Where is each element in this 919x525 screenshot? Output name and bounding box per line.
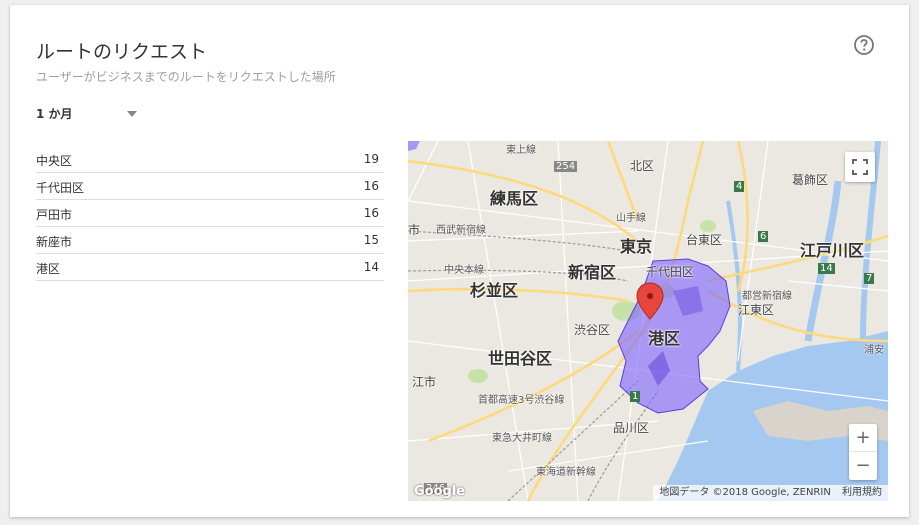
fullscreen-button[interactable]	[845, 152, 875, 182]
route-requests-card: ルートのリクエスト ユーザーがビジネスまでのルートをリクエストした場所 1 か月…	[10, 5, 909, 517]
map-label-koto: 江東区	[738, 303, 775, 317]
help-circle-icon[interactable]	[853, 34, 875, 56]
list-item: 港区 14	[36, 254, 384, 281]
location-count: 19	[363, 152, 379, 166]
map-label-shutoko: 首都高速3号渋谷線	[478, 395, 565, 406]
map-label-city-left: 市	[408, 223, 421, 237]
zoom-out-button[interactable]: −	[849, 452, 877, 480]
map-label-suginami: 杉並区	[470, 281, 519, 300]
map-attribution: 地図データ ©2018 Google, ZENRIN 利用規約	[653, 485, 888, 501]
map-view[interactable]: 練馬区 北区 葛飾区 東京 台東区 江戸川区 新宿区 千代田区 杉並区 江東区 …	[408, 141, 888, 501]
map-label-chuo-line: 中央本線	[444, 265, 484, 276]
location-count: 16	[363, 179, 379, 193]
list-item: 中央区 19	[36, 146, 384, 173]
map-label-tokyu: 東急大井町線	[492, 433, 552, 444]
map-label-urayasu: 浦安	[864, 345, 884, 356]
map-label-setagaya: 世田谷区	[488, 349, 553, 368]
period-selected-value: 1 か月	[36, 107, 73, 121]
location-count: 16	[363, 206, 379, 220]
map-label-katsushika: 葛飾区	[792, 173, 829, 187]
map-label-city-left2: 江市	[412, 375, 437, 389]
map-label-shinjuku: 新宿区	[568, 263, 617, 282]
map-label-taito: 台東区	[686, 233, 723, 247]
map-label-shibuya: 渋谷区	[574, 323, 611, 337]
map-label-kita: 北区	[630, 159, 655, 173]
map-label-toei: 都営新宿線	[742, 291, 792, 302]
map-label-tojo: 東上線	[506, 145, 536, 156]
location-count: 15	[363, 233, 379, 247]
location-count: 14	[363, 260, 379, 274]
list-item: 戸田市 16	[36, 200, 384, 227]
map-label-yamanote: 山手線	[616, 213, 646, 224]
list-item: 新座市 15	[36, 227, 384, 254]
route-shield-1: 1	[630, 391, 641, 402]
zoom-control: + −	[849, 424, 877, 480]
google-logo: Google	[414, 484, 466, 499]
map-label-shinagawa: 品川区	[613, 421, 650, 435]
location-name: 千代田区	[36, 181, 85, 195]
terms-link[interactable]: 利用規約	[842, 487, 882, 498]
location-name: 新座市	[36, 235, 73, 249]
route-shield-14: 14	[818, 263, 835, 274]
map-label-minato: 港区	[648, 329, 681, 348]
card-subtitle: ユーザーがビジネスまでのルートをリクエストした場所	[36, 70, 336, 84]
route-shield-6: 6	[758, 231, 769, 242]
map-label-chiyoda: 千代田区	[646, 265, 695, 279]
chevron-down-icon	[127, 111, 137, 117]
zoom-in-button[interactable]: +	[849, 424, 877, 452]
map-label-edogawa: 江戸川区	[800, 241, 865, 260]
location-name: 戸田市	[36, 208, 73, 222]
route-shield-7: 7	[864, 273, 875, 284]
map-label-seibu: 西武新宿線	[436, 225, 486, 236]
route-shield-254: 254	[554, 161, 578, 172]
route-shield-4: 4	[734, 181, 745, 192]
map-label-shinkansen: 東海道新幹線	[536, 467, 596, 478]
list-item: 千代田区 16	[36, 173, 384, 200]
card-title: ルートのリクエスト	[36, 41, 208, 63]
location-list: 中央区 19 千代田区 16 戸田市 16 新座市 15 港区 14	[36, 146, 384, 281]
fullscreen-icon	[852, 159, 868, 175]
map-label-tokyo: 東京	[620, 237, 653, 256]
period-dropdown[interactable]: 1 か月	[36, 105, 146, 125]
map-base	[408, 141, 888, 501]
map-label-nerima: 練馬区	[490, 189, 539, 208]
location-name: 中央区	[36, 154, 73, 168]
map-attribution-text: 地図データ ©2018 Google, ZENRIN	[659, 487, 831, 498]
location-name: 港区	[36, 262, 61, 276]
